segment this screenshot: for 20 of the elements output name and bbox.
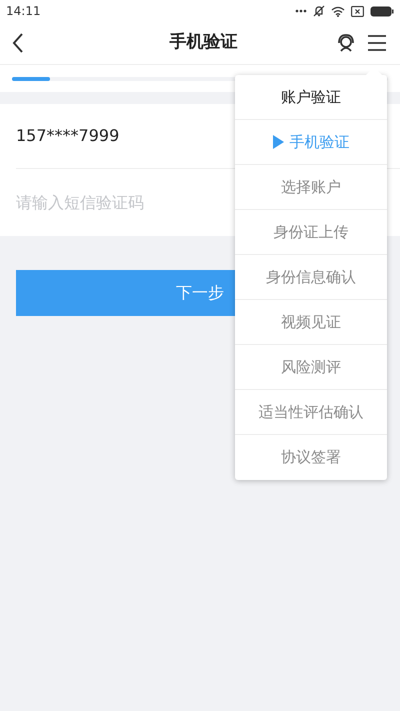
step-menu-item[interactable]: 身份信息确认 — [235, 255, 387, 300]
wifi-icon — [331, 6, 345, 16]
step-menu-item[interactable]: 选择账户 — [235, 165, 387, 210]
phone-number: 157****7999 — [16, 125, 120, 147]
step-menu-item[interactable]: 风险测评 — [235, 345, 387, 390]
more-dots-icon — [295, 9, 307, 13]
menu-button[interactable] — [366, 32, 388, 54]
step-menu-item[interactable]: 账户验证 — [235, 75, 387, 120]
status-time: 14:11 — [6, 3, 41, 20]
customer-service-button[interactable] — [335, 32, 357, 54]
alarm-off-icon — [313, 5, 325, 17]
step-menu-item[interactable]: 协议签署 — [235, 435, 387, 480]
current-step-arrow-icon — [272, 135, 284, 149]
step-menu-item[interactable]: 视频见证 — [235, 300, 387, 345]
step-menu-item[interactable]: 手机验证 — [235, 120, 387, 165]
page-title: 手机验证 — [170, 31, 238, 54]
battery-icon — [370, 6, 394, 16]
step-menu-item[interactable]: 身份证上传 — [235, 210, 387, 255]
sim-missing-icon — [351, 6, 364, 16]
step-menu-item[interactable]: 适当性评估确认 — [235, 390, 387, 435]
